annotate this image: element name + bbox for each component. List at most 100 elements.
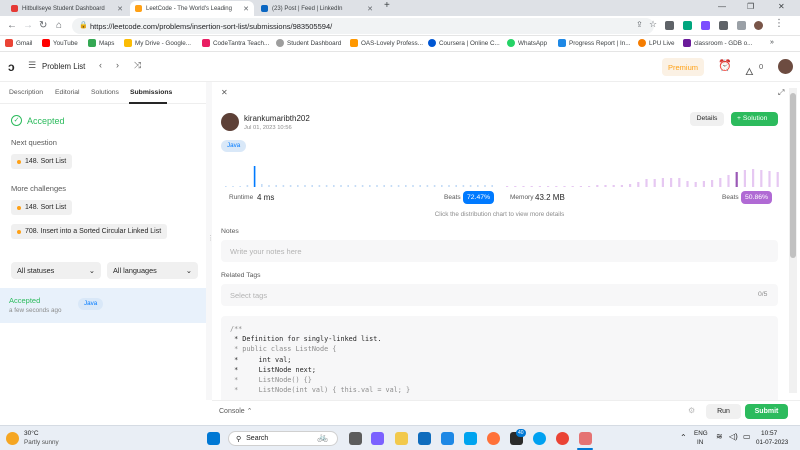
browser-tab-linkedin[interactable]: (23) Post | Feed | LinkedIn ✕: [256, 1, 378, 16]
extension-icon[interactable]: [683, 21, 692, 30]
edge-icon[interactable]: [418, 432, 431, 445]
memory-distribution-chart[interactable]: [504, 160, 780, 188]
distribution-bar: [588, 186, 591, 187]
user-avatar[interactable]: [778, 59, 793, 74]
distribution-bar: [268, 185, 270, 187]
close-icon[interactable]: ✕: [117, 5, 123, 13]
close-icon[interactable]: ✕: [367, 5, 373, 13]
accepted-heading: Accepted: [27, 116, 65, 126]
tab-description[interactable]: Description: [9, 89, 43, 96]
status-filter-select[interactable]: All statuses ⌄: [11, 262, 101, 279]
solution-button[interactable]: + Solution: [731, 112, 778, 126]
premium-button[interactable]: Premium: [662, 58, 704, 76]
tab-solutions[interactable]: Solutions: [91, 89, 119, 96]
maximize-icon[interactable]: ❐: [747, 2, 754, 11]
battery-icon[interactable]: ▭: [743, 432, 751, 441]
windows-start-icon[interactable]: [207, 432, 220, 445]
browser-tab-leetcode[interactable]: LeetCode - The World's Leading ✕: [130, 1, 254, 16]
settings-icon[interactable]: ⚙: [688, 406, 695, 415]
minimize-icon[interactable]: —: [718, 2, 726, 11]
firefox-icon[interactable]: [487, 432, 500, 445]
home-icon[interactable]: ⌂: [56, 20, 62, 31]
bookmark-youtube[interactable]: YouTube: [42, 39, 78, 47]
profile-avatar[interactable]: [754, 21, 763, 30]
teams-chat-icon[interactable]: [371, 432, 384, 445]
new-tab-button[interactable]: +: [384, 0, 390, 11]
reload-icon[interactable]: ↻: [39, 20, 47, 31]
run-button[interactable]: Run: [706, 404, 741, 419]
submission-row[interactable]: Accepted a few seconds ago Java: [0, 288, 206, 323]
chrome-icon[interactable]: [556, 432, 569, 445]
bookmark-coursera[interactable]: Coursera | Online C...: [428, 39, 500, 47]
task-view-icon[interactable]: [349, 432, 362, 445]
right-panel-scrollbar[interactable]: [789, 88, 797, 393]
browser-tab-hitbullseye[interactable]: Hitbullseye Student Dashboard ✕: [6, 1, 128, 16]
bookmarks-overflow-icon[interactable]: »: [770, 39, 774, 46]
bookmark-oas[interactable]: OAS-Lovely Profess...: [350, 39, 423, 47]
bookmark-maps[interactable]: Maps: [88, 39, 114, 47]
challenge-chip[interactable]: 148. Sort List: [11, 200, 73, 215]
tab-submissions[interactable]: Submissions: [130, 89, 172, 96]
challenge-chip[interactable]: 708. Insert into a Sorted Circular Linke…: [11, 224, 168, 239]
next-question-chip[interactable]: 148. Sort List: [11, 154, 73, 169]
tags-select[interactable]: Select tags 0/5: [221, 284, 778, 306]
file-explorer-icon[interactable]: [395, 432, 408, 445]
close-icon[interactable]: ✕: [243, 5, 249, 13]
bookmark-codetantra[interactable]: CodeTantra Teach...: [202, 39, 269, 47]
volume-icon[interactable]: ◁): [729, 432, 738, 441]
bookmark-drive[interactable]: My Drive - Google...: [124, 39, 191, 47]
back-icon[interactable]: ←: [7, 20, 17, 31]
fire-icon[interactable]: 🜂: [745, 60, 754, 81]
console-toggle[interactable]: Console ⌃: [219, 407, 253, 415]
close-window-icon[interactable]: ✕: [778, 2, 785, 11]
distribution-bar: [477, 185, 479, 187]
leetcode-logo-icon[interactable]: ↄ: [8, 60, 20, 74]
clock-icon[interactable]: ⏰: [718, 59, 732, 72]
weather-sun-icon[interactable]: [6, 432, 19, 445]
runtime-distribution-chart[interactable]: [221, 160, 496, 188]
chevron-up-icon[interactable]: ⌃: [680, 433, 687, 442]
edge-browser-icon[interactable]: [533, 432, 546, 445]
bookmark-student-dashboard[interactable]: Student Dashboard: [276, 39, 341, 47]
star-icon[interactable]: ☆: [649, 19, 657, 30]
submit-button[interactable]: Submit: [745, 404, 788, 419]
bookmark-classroom[interactable]: classroom - GDB o...: [683, 39, 752, 47]
language-filter-select[interactable]: All languages ⌄: [107, 262, 198, 279]
close-icon[interactable]: ✕: [221, 88, 228, 97]
notes-input[interactable]: Write your notes here: [221, 240, 778, 262]
scrollbar-thumb[interactable]: [790, 93, 796, 258]
distribution-bar: [661, 178, 664, 187]
bookmark-lpu-live[interactable]: LPU Live: [638, 39, 675, 47]
puzzle-icon[interactable]: [719, 21, 728, 30]
problem-list-link[interactable]: Problem List: [42, 62, 85, 71]
forward-icon[interactable]: →: [23, 20, 33, 31]
menu-icon[interactable]: ⋮: [774, 18, 784, 29]
details-button[interactable]: Details: [690, 112, 724, 126]
share-icon[interactable]: ⇪: [636, 20, 643, 29]
chevron-down-icon: ⌄: [185, 266, 192, 275]
list-icon: ☰: [28, 60, 37, 70]
language-eng[interactable]: ENG: [694, 430, 708, 437]
prev-problem-icon[interactable]: ‹: [99, 60, 102, 70]
bookmark-progress-report[interactable]: Progress Report | In...: [558, 39, 630, 47]
store-icon[interactable]: [441, 432, 454, 445]
username[interactable]: kirankumaribth202: [244, 114, 310, 123]
shuffle-icon[interactable]: ⤨: [134, 60, 141, 71]
sidepanel-icon[interactable]: [737, 21, 746, 30]
bookmark-whatsapp[interactable]: WhatsApp: [507, 39, 547, 47]
extension-icon[interactable]: [665, 21, 674, 30]
url-input[interactable]: 🔒 https://leetcode.com/problems/insertio…: [72, 18, 657, 34]
extension-icon[interactable]: [701, 21, 710, 30]
clock-time[interactable]: 10:57: [761, 430, 777, 437]
taskbar-search-box[interactable]: ⚲ Search 🚲: [228, 431, 338, 446]
app-icon[interactable]: [579, 432, 592, 445]
distribution-bar: [645, 179, 648, 187]
tab-editorial[interactable]: Editorial: [55, 89, 80, 96]
expand-icon[interactable]: ⤢: [778, 88, 784, 98]
distribution-bar: [522, 186, 525, 187]
weather-temp[interactable]: 30°C: [24, 430, 39, 437]
wifi-icon[interactable]: ≋: [716, 432, 723, 441]
next-problem-icon[interactable]: ›: [116, 60, 119, 70]
bookmark-gmail[interactable]: Gmail: [5, 39, 32, 47]
app-icon[interactable]: [464, 432, 477, 445]
